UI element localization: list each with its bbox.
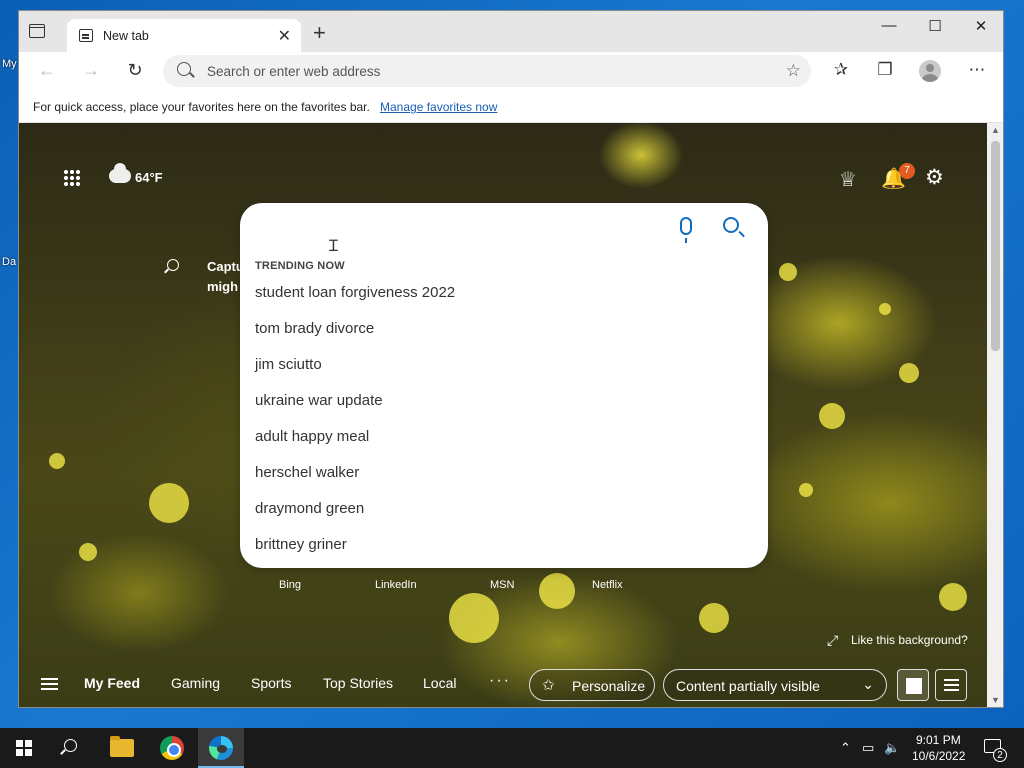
cloud-icon[interactable]	[109, 163, 131, 183]
collections-icon[interactable]: ❐	[873, 60, 897, 80]
search-icon	[167, 259, 179, 271]
taskbar: ⌃ ▭ 🔈 9:01 PM 10/6/2022 2	[0, 728, 1024, 768]
tab-top-stories[interactable]: Top Stories	[323, 675, 393, 691]
search-icon	[177, 62, 191, 76]
chrome-icon[interactable]	[160, 736, 184, 760]
toolbar: ← → ↻ Search or enter web address ☆ ✰ ❐ …	[19, 52, 1003, 91]
new-tab-button[interactable]: +	[313, 20, 326, 46]
desktop-icon-label[interactable]: My	[2, 58, 17, 70]
tab-my-feed[interactable]: My Feed	[84, 675, 140, 691]
notification-badge: 7	[899, 163, 915, 179]
like-background-link[interactable]: Like this background?	[851, 633, 968, 647]
maximize-button[interactable]: ☐	[920, 17, 950, 35]
scroll-down-icon[interactable]: ▼	[991, 695, 1000, 705]
search-icon[interactable]	[64, 739, 77, 752]
more-tabs-button[interactable]: ···	[489, 672, 511, 690]
personalize-button[interactable]: ✩ Personalize	[529, 669, 655, 701]
trending-item[interactable]: brittney griner	[255, 535, 455, 571]
personalize-label: Personalize	[572, 678, 646, 694]
refresh-button[interactable]: ↻	[123, 60, 147, 81]
new-tab-page: 64°F ♕ 🔔 7 ⚙ Captu migh Bing LinkedIn MS…	[19, 123, 987, 707]
edge-icon	[209, 736, 233, 760]
tab-sports[interactable]: Sports	[251, 675, 291, 691]
chevron-down-icon: ⌄	[862, 676, 874, 692]
tab-local[interactable]: Local	[423, 675, 456, 691]
apps-grid-icon[interactable]	[63, 169, 81, 187]
text-cursor: Ɪ	[329, 238, 338, 255]
add-favorite-icon[interactable]: ☆	[786, 61, 801, 81]
network-icon[interactable]: ▭	[862, 740, 874, 756]
grid-view-icon[interactable]	[897, 669, 929, 701]
expand-icon[interactable]: ⤢	[827, 632, 838, 649]
trending-item[interactable]: tom brady divorce	[255, 319, 455, 355]
vertical-scrollbar[interactable]: ▲ ▼	[987, 123, 1003, 707]
new-tab-page-icon	[79, 29, 93, 42]
list-view-icon[interactable]	[935, 669, 967, 701]
scroll-thumb[interactable]	[991, 141, 1000, 351]
tab-title: New tab	[103, 29, 149, 43]
trending-item[interactable]: draymond green	[255, 499, 455, 535]
favorites-bar-hint: For quick access, place your favorites h…	[33, 100, 370, 114]
feed-nav: My Feed Gaming Sports Top Stories Local …	[19, 665, 987, 705]
tab-gaming[interactable]: Gaming	[171, 675, 220, 691]
search-panel[interactable]: Ɪ TRENDING NOW student loan forgiveness …	[240, 203, 768, 568]
browser-window: New tab ✕ + — ☐ ✕ ← → ↻ Search or enter …	[18, 10, 1004, 708]
gear-icon[interactable]: ⚙	[925, 165, 944, 190]
weather-temperature[interactable]: 64°F	[135, 170, 163, 185]
quicklink-netflix[interactable]: Netflix	[592, 579, 623, 591]
windows-start-icon[interactable]	[16, 740, 32, 756]
quicklink-bing[interactable]: Bing	[279, 579, 301, 591]
address-placeholder: Search or enter web address	[207, 64, 381, 79]
favorites-icon[interactable]: ✰	[829, 60, 853, 80]
desktop-icon-label[interactable]: Da	[2, 256, 16, 268]
file-explorer-icon[interactable]	[110, 736, 134, 757]
back-button[interactable]: ←	[35, 60, 59, 81]
manage-favorites-link[interactable]: Manage favorites now	[380, 100, 497, 114]
edge-taskbar-button[interactable]	[198, 728, 244, 768]
trending-item[interactable]: ukraine war update	[255, 391, 455, 427]
microphone-icon[interactable]	[680, 217, 692, 243]
content-visibility-value: Content partially visible	[676, 678, 820, 694]
quicklink-linkedin[interactable]: LinkedIn	[375, 579, 417, 591]
trending-label: TRENDING NOW	[255, 260, 345, 272]
tab-strip: New tab ✕ + — ☐ ✕	[19, 11, 1003, 52]
profile-avatar[interactable]	[919, 60, 941, 82]
volume-icon[interactable]: 🔈	[884, 740, 900, 756]
menu-icon[interactable]	[41, 678, 58, 690]
quicklink-msn[interactable]: MSN	[490, 579, 514, 591]
tab-actions-icon[interactable]	[29, 24, 45, 38]
clock-date[interactable]: 10/6/2022	[912, 749, 965, 763]
scroll-up-icon[interactable]: ▲	[991, 125, 1000, 135]
trending-item[interactable]: adult happy meal	[255, 427, 455, 463]
search-icon[interactable]	[723, 217, 739, 233]
trending-list: student loan forgiveness 2022 tom brady …	[255, 283, 455, 571]
content-visibility-dropdown[interactable]: Content partially visible ⌄	[663, 669, 887, 701]
forward-button[interactable]: →	[79, 60, 103, 81]
close-window-button[interactable]: ✕	[966, 17, 996, 35]
address-bar[interactable]: Search or enter web address ☆	[163, 55, 811, 87]
personalize-icon: ✩	[542, 677, 555, 694]
trending-item[interactable]: herschel walker	[255, 463, 455, 499]
minimize-button[interactable]: —	[874, 17, 904, 34]
clock-time[interactable]: 9:01 PM	[916, 733, 961, 747]
tab-new-tab[interactable]: New tab ✕	[67, 19, 301, 52]
rewards-icon[interactable]: ♕	[839, 167, 857, 192]
chevron-up-icon[interactable]: ⌃	[840, 740, 851, 756]
trending-item[interactable]: jim sciutto	[255, 355, 455, 391]
trending-item[interactable]: student loan forgiveness 2022	[255, 283, 455, 319]
more-menu-button[interactable]: ⋯	[965, 60, 989, 80]
close-icon[interactable]: ✕	[278, 26, 291, 46]
favorites-bar: For quick access, place your favorites h…	[19, 91, 1003, 123]
notification-count-badge: 2	[993, 748, 1007, 762]
